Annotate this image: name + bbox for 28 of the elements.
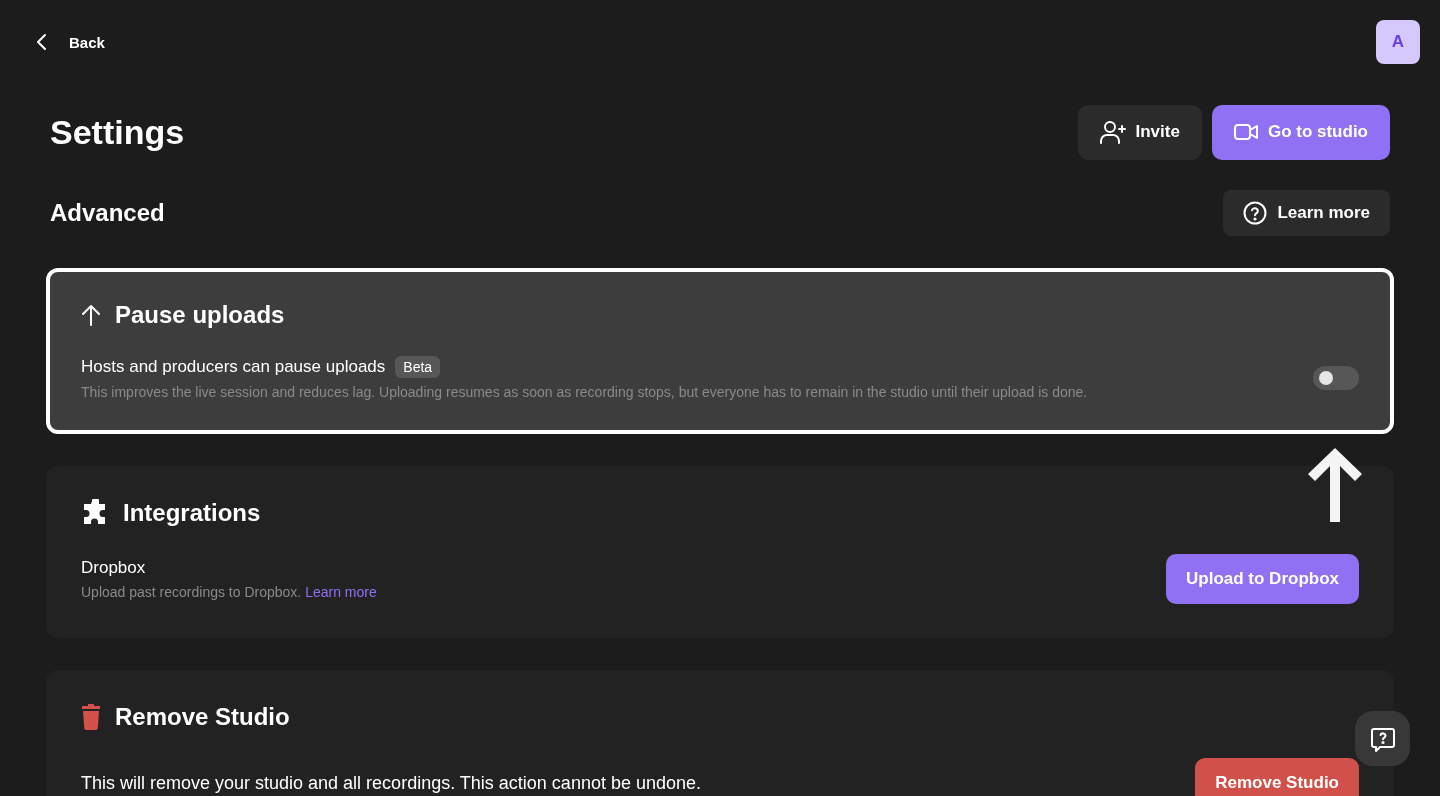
help-circle-icon	[1243, 201, 1268, 225]
pointer-arrow-icon	[1308, 448, 1362, 522]
invite-button[interactable]: Invite	[1077, 104, 1202, 160]
studio-button[interactable]: Go to studio	[1211, 104, 1390, 160]
page-title: Settings	[50, 112, 185, 152]
back-link[interactable]: Back	[36, 33, 105, 51]
chevron-left-icon	[36, 33, 48, 51]
card-title: Remove Studio	[115, 703, 290, 731]
setting-description: Upload past recordings to Dropbox. Learn more	[81, 584, 377, 600]
person-add-icon	[1099, 120, 1126, 144]
setting-description: This improves the live session and reduces lag. Uploading resumes as soon as recording stops, but everyone has to remain in the studio until their upload is done.	[81, 384, 1088, 400]
section-heading: Advanced	[50, 199, 165, 227]
upload-button[interactable]: Upload to Dropbox	[1166, 554, 1359, 604]
learn-more-link[interactable]: Learn more	[305, 584, 377, 600]
setting-label: Dropbox	[81, 558, 146, 578]
remove-button[interactable]: Remove Studio	[1195, 758, 1359, 796]
learn-more-button[interactable]: Learn more	[1223, 190, 1390, 236]
card-title: Pause uploads	[115, 301, 285, 329]
arrow-up-icon	[81, 304, 101, 326]
trash-icon	[81, 704, 101, 730]
setting-label: This will remove your studio and all recordings. This action cannot be undone.	[81, 772, 701, 794]
avatar[interactable]: A	[1376, 20, 1420, 64]
video-camera-icon	[1233, 123, 1258, 141]
card-title: Integrations	[123, 499, 261, 527]
toggle-switch[interactable]	[1313, 366, 1359, 390]
beta-badge: Beta	[395, 356, 441, 378]
help-chat-button[interactable]	[1355, 711, 1410, 766]
setting-label: Hosts and producers can pause uploads	[81, 357, 386, 377]
